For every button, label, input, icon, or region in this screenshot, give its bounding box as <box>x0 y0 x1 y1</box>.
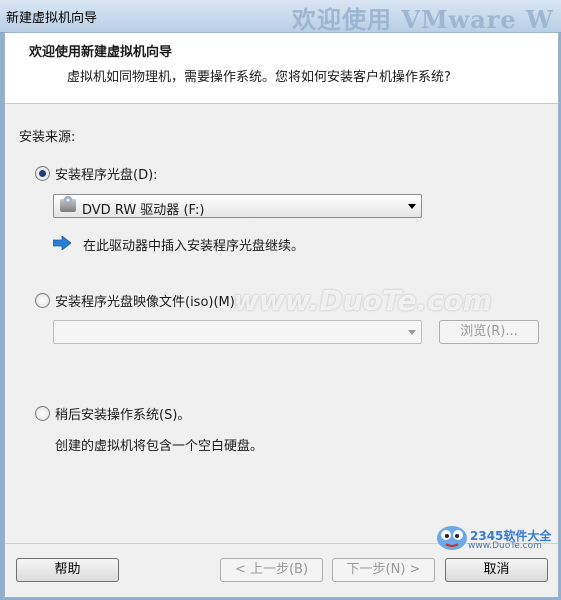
radio-iso-image-label[interactable]: 安装程序光盘映像文件(iso)(M): <box>55 291 239 310</box>
next-button[interactable]: 下一步(N) > <box>332 558 435 582</box>
install-source-label: 安装来源: <box>19 130 76 145</box>
title-bar: 新建虚拟机向导 欢迎使用 VMware W <box>0 0 561 34</box>
install-later-note: 创建的虚拟机将包含一个空白硬盘。 <box>55 439 264 454</box>
radio-install-later[interactable] <box>35 406 50 421</box>
chevron-down-icon[interactable] <box>408 204 416 209</box>
info-arrow-icon <box>53 236 71 250</box>
back-button[interactable]: < 上一步(B) <box>220 558 323 582</box>
header-subtitle: 虚拟机如同物理机，需要操作系统。您将如何安装客户机操作系统? <box>67 70 451 85</box>
window-title: 新建虚拟机向导 <box>6 11 98 26</box>
drive-select[interactable]: DVD RW 驱动器 (F:) <box>53 194 422 218</box>
background-window-banner: 欢迎使用 VMware W <box>292 5 554 34</box>
dvd-drive-icon <box>60 196 76 212</box>
cancel-button[interactable]: 取消 <box>445 558 548 582</box>
drive-select-value: DVD RW 驱动器 (F:) <box>82 203 205 218</box>
wizard-header: 欢迎使用新建虚拟机向导 虚拟机如同物理机，需要操作系统。您将如何安装客户机操作系… <box>5 33 558 104</box>
disc-hint-text: 在此驱动器中插入安装程序光盘继续。 <box>83 239 305 254</box>
browse-button[interactable]: 浏览(R)... <box>439 320 539 344</box>
help-button[interactable]: 帮助 <box>16 558 119 582</box>
mascot-logo-icon <box>437 526 467 550</box>
radio-installer-disc[interactable] <box>35 166 50 181</box>
logo-url: www.DuoTe.com <box>468 541 542 551</box>
chevron-down-icon[interactable] <box>408 330 416 335</box>
radio-iso-image[interactable] <box>35 293 50 308</box>
header-title: 欢迎使用新建虚拟机向导 <box>29 45 173 60</box>
radio-installer-disc-label[interactable]: 安装程序光盘(D): <box>55 164 158 183</box>
watermark-text: www.DuoTe.com <box>233 284 492 317</box>
radio-install-later-label[interactable]: 稍后安装操作系统(S)。 <box>55 404 190 423</box>
iso-path-combo[interactable] <box>53 320 422 344</box>
